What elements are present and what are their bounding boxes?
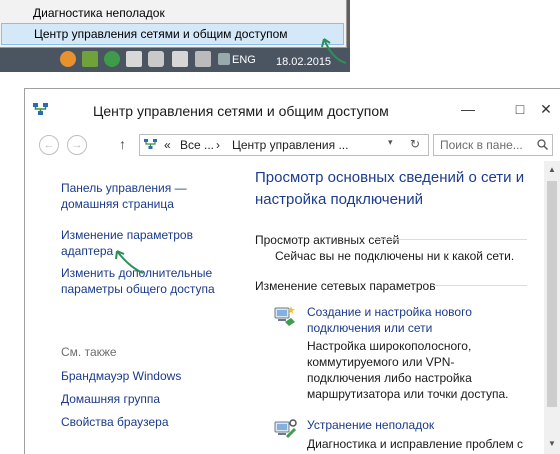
up-button[interactable]: ↑ <box>119 136 126 152</box>
link-windows-firewall[interactable]: Брандмауэр Windows <box>61 368 181 384</box>
active-networks-heading: Просмотр активных сетей <box>255 233 400 247</box>
tray-warning-icon[interactable] <box>60 51 76 67</box>
left-pane: Панель управления — домашняя страница Из… <box>25 159 225 454</box>
troubleshoot-description: Диагностика и исправление проблем с <box>307 437 524 451</box>
search-icon[interactable] <box>537 139 548 150</box>
title-bar[interactable]: Центр управления сетями и общим доступом… <box>25 89 560 129</box>
address-dropdown-icon[interactable]: ▾ <box>388 137 393 148</box>
search-placeholder: Поиск в пане... <box>440 138 523 152</box>
forward-button[interactable]: → <box>67 135 87 155</box>
back-button[interactable]: ← <box>39 135 59 155</box>
breadcrumb-all-items[interactable]: Все ... <box>180 138 214 152</box>
link-control-panel-home[interactable]: Панель управления — домашняя страница <box>61 180 201 212</box>
menu-item-troubleshoot[interactable]: Диагностика неполадок <box>1 2 344 24</box>
desktop-area: Диагностика неполадок Центр управления с… <box>0 0 350 72</box>
setup-connection-description: Настройка широкополосного, коммутируемог… <box>307 339 509 401</box>
network-center-window: Центр управления сетями и общим доступом… <box>24 88 560 454</box>
tray-volume-icon[interactable] <box>195 51 211 67</box>
minimize-button[interactable]: — <box>457 99 479 119</box>
scroll-up-icon[interactable]: ▲ <box>548 165 556 174</box>
network-window-icon <box>33 103 48 115</box>
divider <box>433 285 527 286</box>
divider <box>375 239 527 240</box>
refresh-icon[interactable]: ↻ <box>410 137 420 151</box>
scroll-down-icon[interactable]: ▼ <box>548 439 556 448</box>
link-setup-new-connection[interactable]: Создание и настройка нового подключения … <box>307 304 527 336</box>
vertical-scrollbar[interactable]: ▲ ▼ <box>544 161 560 454</box>
no-network-status: Сейчас вы не подключены ни к какой сети. <box>275 249 515 263</box>
breadcrumb-overflow[interactable]: « <box>164 138 171 152</box>
address-bar[interactable]: « Все ... › Центр управления ... ▾ ↻ <box>139 134 429 156</box>
window-title: Центр управления сетями и общим доступом <box>93 103 389 119</box>
maximize-button[interactable]: □ <box>509 99 531 119</box>
page-title: Просмотр основных сведений о сети и наст… <box>255 169 525 208</box>
menu-item-network-center[interactable]: Центр управления сетями и общим доступом <box>1 23 344 45</box>
close-button[interactable]: ✕ <box>535 99 557 119</box>
change-settings-heading: Изменение сетевых параметров <box>255 279 436 293</box>
tray-misc-icon[interactable] <box>218 53 230 65</box>
tray-context-menu: Диагностика неполадок Центр управления с… <box>0 0 347 48</box>
link-troubleshoot[interactable]: Устранение неполадок <box>307 417 527 433</box>
link-browser-properties[interactable]: Свойства браузера <box>61 414 169 430</box>
navigation-bar: ← → ↑ « Все ... › Центр управления ... ▾… <box>25 131 560 159</box>
tray-app-icon[interactable] <box>82 51 98 67</box>
taskbar: ENG 18.02.2015 <box>0 48 350 72</box>
breadcrumb-separator[interactable]: › <box>216 138 220 152</box>
tray-network-icon[interactable] <box>172 51 188 67</box>
language-indicator[interactable]: ENG <box>232 48 256 72</box>
scroll-thumb[interactable] <box>547 181 557 407</box>
annotation-arrow-icon <box>115 250 144 274</box>
tray-security-icon[interactable] <box>104 51 120 67</box>
see-also-heading: См. также <box>61 345 117 359</box>
tray-flag-icon[interactable] <box>126 51 142 67</box>
tray-power-icon[interactable] <box>148 51 164 67</box>
link-homegroup[interactable]: Домашняя группа <box>61 391 160 407</box>
new-connection-icon <box>274 306 295 326</box>
search-box[interactable]: Поиск в пане... <box>433 134 553 156</box>
breadcrumb-network-center[interactable]: Центр управления ... <box>232 138 348 152</box>
main-content: Просмотр основных сведений о сети и наст… <box>245 159 545 454</box>
troubleshoot-icon <box>274 419 297 439</box>
annotation-arrow-icon <box>321 38 347 64</box>
network-address-icon <box>144 139 157 149</box>
